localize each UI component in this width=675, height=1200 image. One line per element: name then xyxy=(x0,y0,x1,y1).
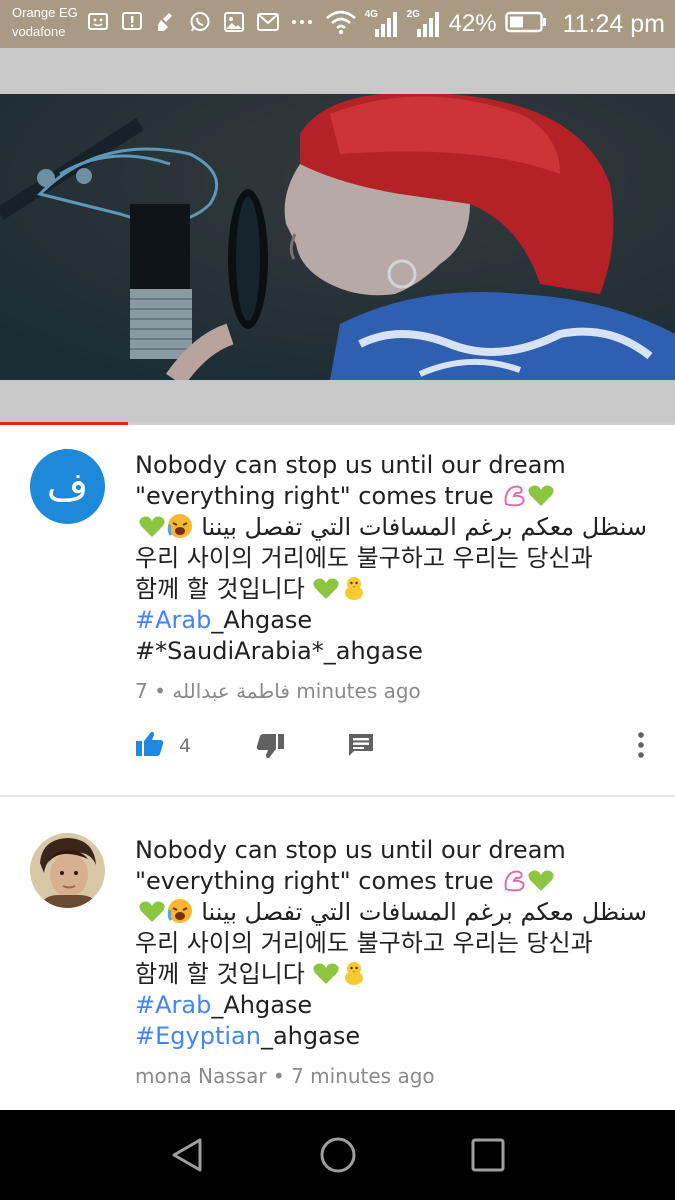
back-button[interactable] xyxy=(168,1135,208,1175)
meta-separator: • xyxy=(272,1064,292,1088)
baby-chick-emoji-icon xyxy=(340,960,368,994)
whatsapp-icon xyxy=(188,10,212,34)
crying-face-emoji-icon xyxy=(166,898,194,932)
comment-reply-icon xyxy=(348,732,374,762)
comment-line-row: سنظل معكم برغم المسافات التي تفصل بيننا xyxy=(135,512,647,543)
comment-meta: فاطمة عبدالله • 7 minutes ago xyxy=(135,679,421,703)
crying-face-emoji-icon xyxy=(166,513,194,547)
hashtag-rest: _Ahgase xyxy=(211,991,313,1019)
comment-line-row: 함께 할 것입니다 xyxy=(135,959,655,990)
comment-line: "everything right" comes true xyxy=(135,867,494,895)
alert-icon xyxy=(120,10,144,34)
comment-line: Nobody can stop us until our dream xyxy=(135,451,566,479)
like-button[interactable]: 4 xyxy=(135,730,191,762)
hashtag-line: #Egyptian_ahgase xyxy=(135,1021,655,1052)
mail-icon xyxy=(256,10,280,34)
carrier-2: vodafone xyxy=(12,24,66,39)
comment-text: Nobody can stop us until our dream "ever… xyxy=(135,450,655,667)
comment-actions: 4 xyxy=(0,730,675,770)
thumbs-down-icon xyxy=(255,732,285,764)
wifi-icon xyxy=(325,9,357,39)
comment-line-row: "everything right" comes true xyxy=(135,481,655,512)
hashtag-line: #Arab_Ahgase xyxy=(135,605,655,636)
comment-line: سنظل معكم برغم المسافات التي تفصل بيننا xyxy=(201,513,647,541)
carrier-1: Orange EG xyxy=(12,5,78,20)
recents-square-icon xyxy=(471,1138,505,1172)
avatar[interactable]: ف xyxy=(30,449,105,524)
hashtag-link[interactable]: #Arab xyxy=(135,606,211,634)
comment-line-row: "everything right" comes true xyxy=(135,866,655,897)
back-triangle-icon xyxy=(172,1138,202,1172)
meta-separator: • xyxy=(147,679,166,703)
bbm-icon xyxy=(86,10,110,34)
comment-divider xyxy=(0,795,675,797)
carrier-names: Orange EG vodafone xyxy=(12,3,78,41)
video-player[interactable] xyxy=(0,48,675,425)
home-button[interactable] xyxy=(318,1135,358,1175)
hashtag-line: #*SaudiArabia*_ahgase xyxy=(135,637,423,665)
network-type-2: 2G xyxy=(406,9,420,20)
avatar-photo xyxy=(30,833,105,908)
video-frame[interactable] xyxy=(0,94,675,380)
comment-text: Nobody can stop us until our dream "ever… xyxy=(135,835,655,1052)
comment-author[interactable]: mona Nassar xyxy=(135,1064,267,1088)
signal-2g: 2G xyxy=(407,9,441,39)
home-circle-icon xyxy=(320,1137,356,1173)
hashtag-line: #Arab_Ahgase xyxy=(135,990,655,1021)
comment-line: Nobody can stop us until our dream xyxy=(135,836,566,864)
battery-percent: 42% xyxy=(448,10,497,37)
comment-line: 우리 사이의 거리에도 불구하고 우리는 당신과 xyxy=(135,929,593,957)
image-icon xyxy=(222,10,246,34)
signal-4g: 4G xyxy=(365,9,399,39)
more-options-button[interactable] xyxy=(636,730,646,764)
comment-line: 우리 사이의 거리에도 불구하고 우리는 당신과 xyxy=(135,544,593,572)
hashtag-link[interactable]: #Arab xyxy=(135,991,211,1019)
network-type-1: 4G xyxy=(364,9,378,20)
recents-button[interactable] xyxy=(468,1135,508,1175)
more-vertical-icon xyxy=(636,730,646,764)
comment-line-row: 함께 할 것입니다 xyxy=(135,574,655,605)
clock: 11:24 pm xyxy=(562,9,665,38)
comment-line: سنظل معكم برغم المسافات التي تفصل بيننا xyxy=(201,898,647,926)
comment-meta: mona Nassar • 7 minutes ago xyxy=(135,1064,435,1088)
video-still-image xyxy=(0,94,675,380)
hashtag-rest: _ahgase xyxy=(260,1022,361,1050)
comment-line: 함께 할 것입니다 xyxy=(135,575,305,603)
notification-icons xyxy=(86,10,314,34)
avatar-letter: ف xyxy=(46,463,89,510)
comment-line: "everything right" comes true xyxy=(135,482,494,510)
cleaner-icon xyxy=(154,10,178,34)
comment-line: 함께 할 것입니다 xyxy=(135,960,305,988)
like-count: 4 xyxy=(179,735,192,757)
green-heart-icon xyxy=(312,962,340,994)
navigation-bar xyxy=(0,1110,675,1200)
dislike-button[interactable] xyxy=(255,732,285,764)
status-right: 4G 2G 42% 11:24 pm xyxy=(325,0,665,48)
hashtag-rest: _Ahgase xyxy=(211,606,313,634)
hashtag-link[interactable]: #Egyptian xyxy=(135,1022,261,1050)
video-progress-bar[interactable] xyxy=(0,422,675,425)
comment-author[interactable]: فاطمة عبدالله xyxy=(172,679,290,703)
status-bar: Orange EG vodafone 4G 2G 42% 11:24 pm xyxy=(0,0,675,48)
comment-line-row: سنظل معكم برغم المسافات التي تفصل بيننا xyxy=(135,897,647,928)
avatar[interactable] xyxy=(30,833,105,908)
video-progress-fill xyxy=(0,422,129,425)
more-dots-icon xyxy=(290,10,314,34)
baby-chick-emoji-icon xyxy=(340,575,368,609)
green-heart-icon xyxy=(312,577,340,609)
reply-button[interactable] xyxy=(348,732,374,762)
comment-time: 7 minutes ago xyxy=(291,1064,435,1088)
thumbs-up-icon xyxy=(135,730,165,762)
battery-icon xyxy=(504,11,547,37)
